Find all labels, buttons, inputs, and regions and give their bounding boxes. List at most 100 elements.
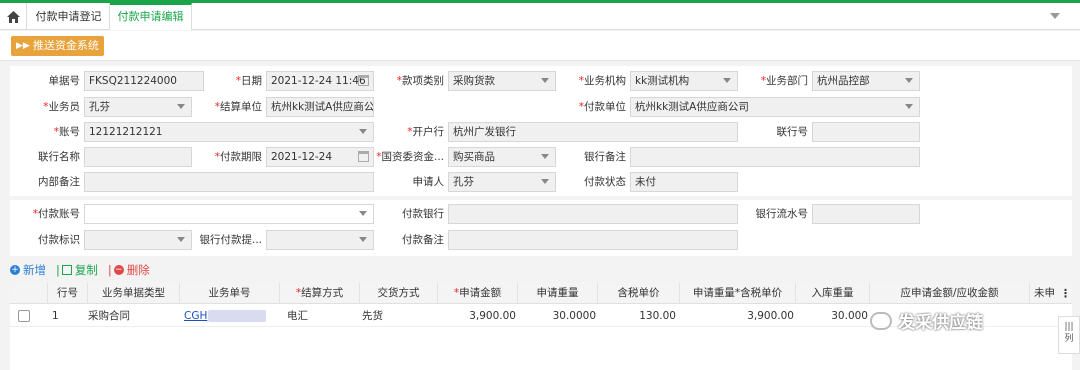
header-receivable[interactable]: 应申请金额/应收金额 (870, 283, 1030, 304)
cell-stock-weight: 30.000 (831, 310, 868, 322)
home-icon (6, 10, 20, 23)
cell-settle: 电汇 (287, 310, 308, 322)
bank-pay-select[interactable] (266, 230, 374, 250)
pay-status-label: 付款状态 (584, 176, 626, 188)
bank-name-label: 联行名称 (38, 151, 80, 163)
tab-payment-register[interactable]: 付款申请登记 (28, 3, 110, 30)
copy-label: 复制 (74, 263, 98, 277)
bill-no-field[interactable]: FKSQ211224000 (84, 71, 204, 91)
watermark-text: 发采供应链 (898, 313, 983, 333)
pay-status-field[interactable]: 未付 (630, 172, 738, 192)
header-row-no[interactable]: 行号 (48, 283, 88, 304)
open-bank-field[interactable]: 杭州广发银行 (448, 122, 738, 142)
pay-bank-field[interactable] (448, 204, 738, 224)
settle-unit-label: *结算单位 (214, 101, 262, 113)
bill-no-label: 单据号 (48, 75, 81, 87)
plus-icon: + (10, 265, 20, 275)
cell-delivery: 先货 (362, 310, 383, 322)
pay-deadline-field[interactable]: 2021-12-24 (266, 147, 374, 167)
bank-remark-field[interactable] (630, 147, 920, 167)
cell-tax-price: 130.00 (639, 310, 676, 322)
chevron-down-icon (359, 211, 367, 216)
header-biz-no[interactable]: 业务单号 (180, 283, 280, 304)
pay-unit-select[interactable]: 杭州kk测试A供应商公司 (630, 97, 920, 117)
pay-account-select[interactable] (84, 204, 374, 224)
account-label: *账号 (53, 126, 80, 138)
header-stock-weight[interactable]: 入库重量 (796, 283, 870, 304)
tab-bar: 付款申请登记 付款申请编辑 (0, 3, 1080, 30)
cell-apply-weight: 30.0000 (552, 310, 596, 322)
copy-icon (61, 265, 72, 275)
add-button[interactable]: + 新增 (10, 262, 46, 278)
pay-flag-select[interactable] (84, 230, 192, 250)
sasac-label: *国资委资金... (376, 151, 444, 163)
dept-select[interactable]: 杭州品控部 (812, 71, 920, 91)
date-field[interactable]: 2021-12-24 11:46 (266, 71, 374, 91)
bank-pay-label: 银行付款提... (199, 234, 262, 246)
column-settings-icon: ||| (1064, 322, 1074, 332)
column-settings-button[interactable]: ||| 列 (1058, 316, 1080, 354)
divider: | (107, 263, 112, 277)
pay-unit-label: *付款单位 (578, 101, 626, 113)
chevron-down-icon (359, 129, 367, 134)
applicant-label: 申请人 (412, 176, 445, 188)
delete-button[interactable]: − 删除 (113, 262, 150, 278)
salesman-label: *业务员 (43, 101, 80, 113)
applicant-select[interactable]: 孔芬 (448, 172, 556, 192)
header-tax-price[interactable]: 含税单价 (598, 283, 680, 304)
header-delivery[interactable]: 交货方式 (360, 283, 438, 304)
pay-remark-label: 付款备注 (402, 234, 444, 246)
header-biz-type[interactable]: 业务单据类型 (88, 283, 180, 304)
bank-name-field[interactable] (84, 147, 192, 167)
cell-biz-type: 采购合同 (88, 310, 130, 322)
cell-apply-amount: 3,900.00 (469, 310, 516, 322)
home-button[interactable] (0, 3, 27, 30)
account-select[interactable]: 12121212121 (84, 122, 374, 142)
chevron-down-icon (359, 237, 367, 242)
bank-serial-field[interactable] (812, 204, 920, 224)
tab-payment-edit[interactable]: 付款申请编辑 (110, 3, 192, 30)
header-apply-weight[interactable]: 申请重量 (518, 283, 598, 304)
settle-unit-field[interactable]: 杭州kk测试A供应商公司 (266, 97, 374, 117)
tab-dropdown-icon[interactable] (1050, 13, 1060, 19)
chevron-down-icon (723, 78, 731, 83)
bank-no-label: 联行号 (776, 126, 809, 138)
internal-remark-field[interactable] (84, 172, 374, 192)
divider: | (56, 263, 60, 277)
push-fund-system-button[interactable]: ▶▶ 推送资金系统 (11, 36, 104, 56)
bank-remark-label: 银行备注 (584, 151, 626, 163)
chevron-down-icon (177, 237, 185, 242)
column-menu-icon[interactable]: ⋮ (1060, 286, 1071, 301)
pay-flag-label: 付款标识 (38, 234, 80, 246)
pay-account-label: *付款账号 (32, 208, 80, 220)
calendar-icon[interactable] (358, 75, 369, 86)
pay-bank-label: 付款银行 (402, 208, 444, 220)
cell-row-no: 1 (52, 310, 59, 322)
add-label: 新增 (23, 263, 46, 277)
header-weight-price[interactable]: 申请重量*含税单价 (680, 283, 796, 304)
chevron-down-icon (905, 78, 913, 83)
row-checkbox[interactable] (18, 310, 30, 322)
watermark: 发采供应链 (870, 308, 983, 333)
double-arrow-icon: ▶▶ (16, 41, 30, 51)
chevron-down-icon (541, 78, 549, 83)
header-settle[interactable]: *结算方式 (280, 283, 360, 304)
calendar-icon[interactable] (358, 151, 369, 162)
minus-icon: − (113, 265, 124, 275)
header-form-panel: 单据号 FKSQ211224000 *日期 2021-12-24 11:46 *… (10, 66, 1072, 196)
cell-weight-price: 3,900.00 (747, 310, 794, 322)
copy-button[interactable]: 复制 (61, 262, 98, 278)
grid-actions: + 新增 | 复制 | − 删除 (10, 261, 160, 279)
salesman-select[interactable]: 孔芬 (84, 97, 192, 117)
org-label: *业务机构 (578, 75, 626, 87)
header-apply-amount[interactable]: *申请金额 (438, 283, 518, 304)
sasac-select[interactable]: 购买商品 (448, 147, 556, 167)
pay-remark-field[interactable] (448, 230, 738, 250)
delete-label: 删除 (126, 263, 150, 277)
open-bank-label: *开户行 (407, 126, 444, 138)
fund-type-select[interactable]: 采购货款 (448, 71, 556, 91)
toolbar: ▶▶ 推送资金系统 (0, 31, 1080, 61)
cell-biz-no[interactable]: CGH (184, 305, 278, 327)
org-select[interactable]: kk测试机构 (630, 71, 738, 91)
bank-no-field[interactable] (812, 122, 920, 142)
